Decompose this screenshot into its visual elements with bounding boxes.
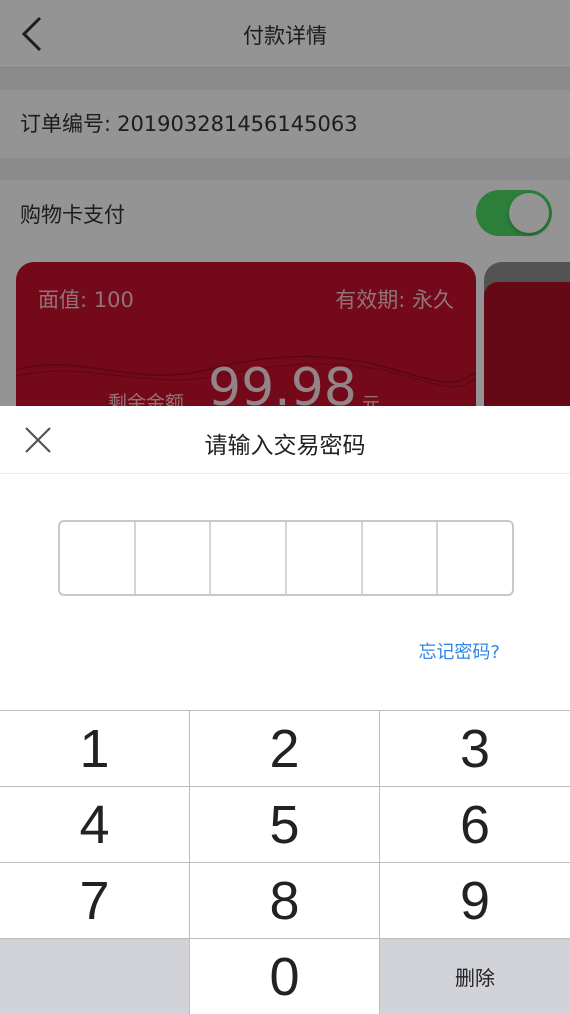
sheet-header: 请输入交易密码 (0, 406, 570, 474)
key-blank (0, 939, 190, 1014)
password-digit-cell (287, 522, 363, 594)
delete-key[interactable]: 删除 (380, 939, 570, 1014)
password-digit-cell (136, 522, 212, 594)
key-7[interactable]: 7 (0, 863, 190, 939)
password-sheet: 请输入交易密码 忘记密码? 1 2 3 4 5 6 7 8 9 0 删除 (0, 406, 570, 1014)
key-9[interactable]: 9 (380, 863, 570, 939)
key-8[interactable]: 8 (190, 863, 380, 939)
password-digit-cell (363, 522, 439, 594)
key-6[interactable]: 6 (380, 787, 570, 863)
modal-dim-overlay[interactable] (0, 0, 570, 406)
sheet-title: 请输入交易密码 (204, 433, 366, 459)
password-digit-cell (60, 522, 136, 594)
password-digit-cell (438, 522, 512, 594)
password-digit-cell (211, 522, 288, 594)
key-2[interactable]: 2 (190, 711, 380, 787)
key-5[interactable]: 5 (190, 787, 380, 863)
key-1[interactable]: 1 (0, 711, 190, 787)
key-4[interactable]: 4 (0, 787, 190, 863)
key-3[interactable]: 3 (380, 711, 570, 787)
password-input[interactable] (58, 520, 514, 596)
key-0[interactable]: 0 (190, 939, 380, 1014)
numeric-keypad: 1 2 3 4 5 6 7 8 9 0 删除 (0, 710, 570, 1014)
forgot-password-link[interactable]: 忘记密码? (418, 638, 500, 664)
